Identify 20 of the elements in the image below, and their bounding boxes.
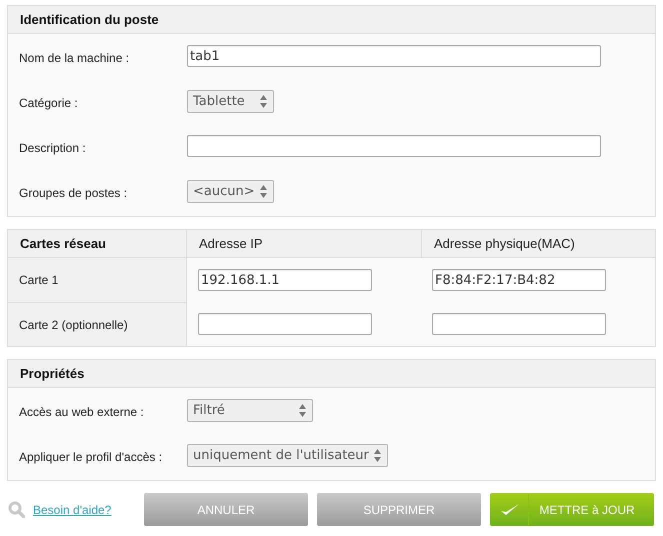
- field-label: Nom de la machine :: [18, 50, 130, 67]
- text-field[interactable]: 192.168.1.1: [198, 269, 372, 291]
- text-field[interactable]: F8:84:F2:17:B4:82: [432, 269, 606, 291]
- select-dropdown[interactable]: Filtré: [187, 399, 313, 422]
- field-label: Description :: [18, 140, 87, 157]
- row-label: Carte 1: [19, 272, 58, 289]
- panel-title: Propriétés: [20, 364, 84, 383]
- column-header: Adresse IP: [199, 234, 263, 253]
- column-header: Cartes réseau: [20, 234, 106, 253]
- select-dropdown[interactable]: Tablette: [187, 90, 274, 113]
- field-label: Accès au web externe :: [18, 404, 145, 421]
- field-label: Appliquer le profil d'accès :: [18, 449, 164, 466]
- field-label: Catégorie :: [18, 95, 79, 112]
- panel-title: Identification du poste: [20, 10, 159, 29]
- column-header: Adresse physique(MAC): [434, 234, 575, 253]
- field-label: Groupes de postes :: [18, 185, 128, 202]
- row-label: Carte 2 (optionnelle): [19, 316, 128, 334]
- select-dropdown[interactable]: uniquement de l'utilisateur: [187, 444, 388, 467]
- select-dropdown[interactable]: <aucun>: [187, 180, 274, 203]
- text-field[interactable]: tab1: [187, 45, 601, 67]
